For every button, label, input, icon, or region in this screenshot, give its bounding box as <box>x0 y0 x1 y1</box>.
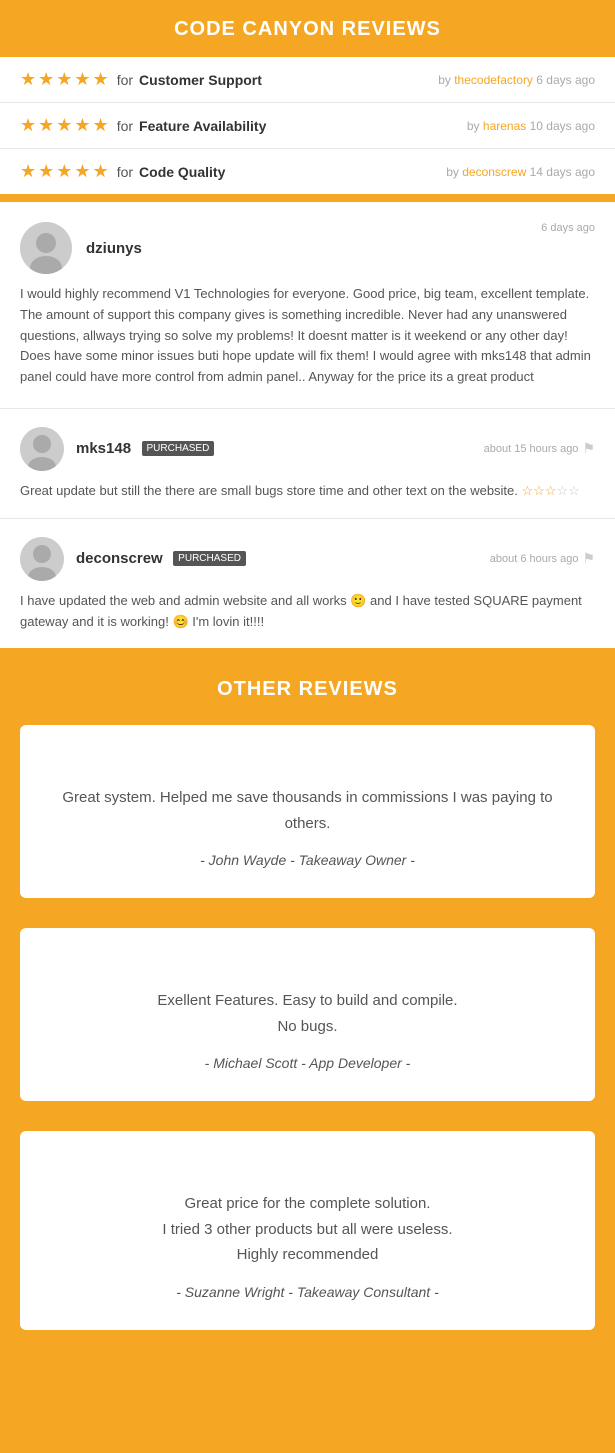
mks148-text: Great update but still the there are sma… <box>20 481 595 502</box>
stars-feature-availability: ★★★★★ <box>20 115 111 136</box>
dziunys-text: I would highly recommend V1 Technologies… <box>20 284 595 388</box>
deconscrew-flag-icon: ⚑ <box>582 550 595 567</box>
flag-icon: ⚑ <box>582 440 595 457</box>
mks148-header: mks148 PURCHASED about 15 hours ago ⚑ <box>20 427 595 471</box>
rating-label-customer-support: Customer Support <box>139 72 262 88</box>
rating-left: ★★★★★ for Customer Support <box>20 69 262 90</box>
mks148-stars: ☆☆☆ <box>522 483 557 498</box>
rating-time-customer-support: 6 days ago <box>536 73 595 87</box>
dziunys-time: 6 days ago <box>541 222 595 234</box>
deconscrew-badge: PURCHASED <box>173 551 246 566</box>
deconscrew-avatar <box>20 537 64 581</box>
dziunys-avatar <box>20 222 72 274</box>
mks148-name-wrap: mks148 PURCHASED <box>76 440 214 458</box>
testimonial-text-1: Great system. Helped me save thousands i… <box>60 785 555 836</box>
stars-customer-support: ★★★★★ <box>20 69 111 90</box>
review-mks148: mks148 PURCHASED about 15 hours ago ⚑ Gr… <box>0 409 615 519</box>
rating-row-customer-support: ★★★★★ for Customer Support by thecodefac… <box>0 57 615 103</box>
rating-time-code-quality: 14 days ago <box>530 165 595 179</box>
reviewer-link-feature-availability[interactable]: harenas <box>483 119 526 133</box>
rating-left-2: ★★★★★ for Feature Availability <box>20 115 266 136</box>
for-text-3: for <box>117 164 133 180</box>
deconscrew-info: deconscrew PURCHASED <box>20 537 246 581</box>
mks148-info: mks148 PURCHASED <box>20 427 214 471</box>
dziunys-header: dziunys 6 days ago <box>20 222 595 274</box>
rating-right-customer-support: by thecodefactory 6 days ago <box>438 73 595 87</box>
testimonial-michael-scott: ““ Exellent Features. Easy to build and … <box>20 928 595 1101</box>
reviews-section: dziunys 6 days ago I would highly recomm… <box>0 202 615 648</box>
mks148-badge: PURCHASED <box>142 441 215 456</box>
deconscrew-meta: about 6 hours ago ⚑ <box>490 550 595 567</box>
stars-code-quality: ★★★★★ <box>20 161 111 182</box>
deconscrew-name: deconscrew <box>76 550 163 567</box>
rating-row-feature-availability: ★★★★★ for Feature Availability by harena… <box>0 103 615 149</box>
mks148-meta: about 15 hours ago ⚑ <box>484 440 595 457</box>
mks148-time: about 15 hours ago <box>484 443 579 455</box>
testimonial-author-2: - Michael Scott - App Developer - <box>60 1055 555 1071</box>
rating-left-3: ★★★★★ for Code Quality <box>20 161 225 182</box>
quote-mark-2: ““ <box>276 910 340 953</box>
mks148-name: mks148 <box>76 440 131 457</box>
rating-right-code-quality: by deconscrew 14 days ago <box>446 165 595 179</box>
testimonial-author-3: - Suzanne Wright - Takeaway Consultant - <box>60 1284 555 1300</box>
dziunys-name: dziunys <box>86 240 142 257</box>
deconscrew-header: deconscrew PURCHASED about 6 hours ago ⚑ <box>20 537 595 581</box>
review-deconscrew: deconscrew PURCHASED about 6 hours ago ⚑… <box>0 519 615 649</box>
mks148-avatar <box>20 427 64 471</box>
dziunys-reviewer-wrap: dziunys <box>20 222 142 274</box>
rating-row-code-quality: ★★★★★ for Code Quality by deconscrew 14 … <box>0 149 615 194</box>
rating-label-code-quality: Code Quality <box>139 164 225 180</box>
for-text-2: for <box>117 118 133 134</box>
rating-section: ★★★★★ for Customer Support by thecodefac… <box>0 57 615 194</box>
testimonial-text-3: Great price for the complete solution.I … <box>60 1191 555 1268</box>
page-title: CODE CANYON REVIEWS <box>10 18 605 41</box>
rating-time-feature-availability: 10 days ago <box>530 119 595 133</box>
testimonial-author-1: - John Wayde - Takeaway Owner - <box>60 852 555 868</box>
rating-label-feature-availability: Feature Availability <box>139 118 266 134</box>
page-header: CODE CANYON REVIEWS <box>0 0 615 57</box>
mks148-empty-stars: ☆☆ <box>556 483 579 498</box>
quote-mark-3: ““ <box>276 1113 340 1156</box>
deconscrew-time: about 6 hours ago <box>490 553 579 565</box>
reviewer-link-customer-support[interactable]: thecodefactory <box>454 73 533 87</box>
quote-mark-1: ““ <box>276 707 340 750</box>
review-dziunys: dziunys 6 days ago I would highly recomm… <box>0 202 615 409</box>
reviewer-link-code-quality[interactable]: deconscrew <box>462 165 526 179</box>
for-text: for <box>117 72 133 88</box>
deconscrew-name-wrap: deconscrew PURCHASED <box>76 550 246 568</box>
other-reviews-section: OTHER REVIEWS ““ Great system. Helped me… <box>0 648 615 1400</box>
rating-right-feature-availability: by harenas 10 days ago <box>467 119 595 133</box>
deconscrew-text: I have updated the web and admin website… <box>20 591 595 633</box>
testimonial-suzanne-wright: ““ Great price for the complete solution… <box>20 1131 595 1330</box>
testimonial-text-2: Exellent Features. Easy to build and com… <box>60 988 555 1039</box>
testimonial-john-wayde: ““ Great system. Helped me save thousand… <box>20 725 595 898</box>
